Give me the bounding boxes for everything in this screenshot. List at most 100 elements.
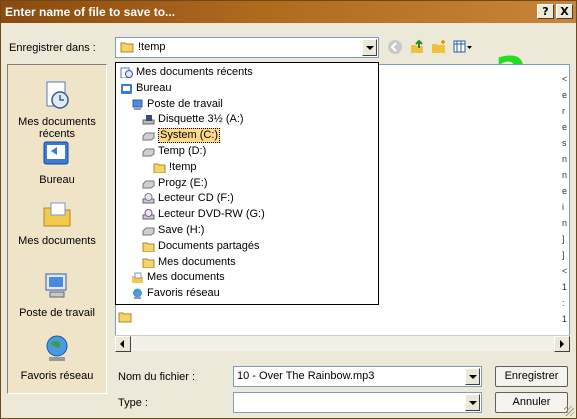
cd-drive-icon bbox=[142, 193, 155, 204]
dropdown-item-label: Poste de travail bbox=[147, 97, 223, 110]
place-desktop[interactable]: Bureau bbox=[8, 137, 106, 186]
title-bar[interactable]: Enter name of file to save to... ? X bbox=[1, 1, 576, 23]
window-title: Enter name of file to save to... bbox=[5, 5, 176, 19]
dropdown-item[interactable]: Mes documents bbox=[131, 271, 225, 284]
up-folder-icon[interactable] bbox=[409, 39, 425, 55]
filetype-dropdown-button[interactable] bbox=[465, 394, 480, 411]
scroll-left-button[interactable] bbox=[115, 336, 131, 352]
scroll-right-button[interactable] bbox=[554, 336, 570, 352]
dropdown-item-label: Mes documents récents bbox=[136, 66, 253, 78]
save-in-value: !temp bbox=[138, 41, 166, 53]
dropdown-item-label: Lecteur CD (F:) bbox=[158, 192, 234, 205]
hard-drive-icon bbox=[142, 227, 155, 236]
my-documents-icon bbox=[132, 272, 143, 284]
recent-documents-icon bbox=[46, 81, 69, 109]
help-button[interactable]: ? bbox=[537, 4, 554, 19]
partial-column-char: n bbox=[562, 218, 568, 228]
partial-column-char: r bbox=[562, 106, 565, 116]
filename-dropdown-button[interactable] bbox=[465, 368, 480, 385]
my-computer-icon bbox=[132, 99, 143, 110]
close-button[interactable]: X bbox=[556, 4, 573, 19]
filename-input[interactable]: 10 - Over The Rainbow.mp3 bbox=[233, 366, 482, 387]
filetype-select[interactable] bbox=[233, 392, 482, 413]
dropdown-item-label: Save (H:) bbox=[158, 224, 205, 236]
dropdown-item[interactable]: !temp bbox=[153, 161, 197, 174]
partial-column-char: n bbox=[562, 154, 568, 164]
partial-column-char: e bbox=[562, 90, 568, 100]
view-menu-icon[interactable] bbox=[453, 39, 473, 55]
floppy-drive-icon bbox=[142, 115, 155, 125]
places-bar: Mes documents récents Bureau Mes documen… bbox=[7, 64, 107, 394]
partial-column-char: i bbox=[562, 202, 564, 212]
dropdown-item[interactable]: Mes documents récents bbox=[120, 66, 253, 79]
dropdown-item[interactable]: Progz (E:) bbox=[142, 177, 208, 190]
filename-label: Nom du fichier : bbox=[118, 371, 196, 383]
dropdown-item[interactable]: Favoris réseau bbox=[131, 287, 220, 300]
horizontal-scrollbar[interactable] bbox=[115, 335, 570, 352]
save-dialog: Enter name of file to save to... ? X Enr… bbox=[0, 0, 577, 419]
save-in-combo[interactable]: !temp bbox=[115, 37, 379, 58]
partial-column-char: e bbox=[562, 122, 568, 132]
place-my-computer[interactable]: Poste de travail bbox=[8, 270, 106, 319]
dropdown-item-label: Documents partagés bbox=[158, 239, 260, 252]
partial-column-char: < bbox=[562, 266, 568, 276]
folder-open-icon bbox=[153, 163, 166, 173]
place-my-documents[interactable]: Mes documents bbox=[8, 198, 106, 247]
partial-column-char: ] bbox=[562, 250, 565, 260]
desktop-icon bbox=[121, 83, 132, 94]
save-button[interactable]: Enregistrer bbox=[495, 366, 568, 387]
dropdown-item-label: Mes documents bbox=[147, 271, 225, 284]
filetype-label: Type : bbox=[118, 397, 148, 409]
cancel-button[interactable]: Annuler bbox=[495, 392, 568, 413]
my-documents-icon bbox=[43, 202, 71, 227]
new-folder-icon[interactable] bbox=[431, 39, 447, 55]
dropdown-item-label: Mes documents bbox=[158, 255, 236, 268]
desktop-icon bbox=[43, 141, 69, 165]
dropdown-item-label: Progz (E:) bbox=[158, 176, 208, 189]
place-label: Mes documents bbox=[18, 235, 96, 247]
partial-column-char: < bbox=[562, 74, 568, 84]
partial-column-char: s bbox=[562, 138, 567, 148]
dropdown-item-label: Temp (D:) bbox=[158, 145, 207, 157]
folder-icon bbox=[142, 242, 155, 252]
partial-column-char: 1 bbox=[562, 314, 568, 324]
dropdown-item[interactable]: Documents partagés bbox=[142, 240, 260, 253]
folder-icon bbox=[118, 312, 132, 323]
folder-icon bbox=[142, 258, 155, 268]
network-places-icon bbox=[133, 288, 142, 300]
save-in-label: Enregistrer dans : bbox=[9, 42, 96, 54]
recent-documents-icon bbox=[120, 67, 133, 78]
hard-drive-icon bbox=[142, 132, 155, 141]
save-in-dropdown-list[interactable]: Mes documents récents Bureau Poste de trav… bbox=[115, 62, 379, 305]
partial-column-char: : bbox=[562, 298, 565, 308]
dropdown-item[interactable]: System (C:) bbox=[142, 128, 221, 144]
dropdown-item[interactable]: Poste de travail bbox=[131, 98, 223, 111]
dropdown-item-label: System (C:) bbox=[158, 128, 221, 144]
dropdown-item[interactable]: Temp (D:) bbox=[142, 145, 206, 158]
hard-drive-icon bbox=[142, 148, 155, 157]
place-label: Bureau bbox=[39, 174, 75, 186]
filename-value: 10 - Over The Rainbow.mp3 bbox=[237, 370, 375, 382]
dropdown-item-label: Bureau bbox=[136, 81, 172, 94]
dvd-drive-icon bbox=[142, 209, 155, 220]
folder-icon bbox=[120, 42, 134, 53]
resize-grip[interactable] bbox=[564, 406, 574, 416]
dropdown-item[interactable]: Bureau bbox=[120, 82, 171, 95]
dropdown-item[interactable]: Lecteur CD (F:) bbox=[142, 192, 234, 205]
hard-drive-icon bbox=[142, 180, 155, 189]
dropdown-item[interactable]: Lecteur DVD-RW (G:) bbox=[142, 208, 265, 221]
dropdown-item[interactable]: Save (H:) bbox=[142, 224, 204, 237]
place-network[interactable]: Favoris réseau bbox=[8, 333, 106, 382]
network-places-icon bbox=[46, 335, 68, 361]
partial-column-char: ] bbox=[562, 234, 565, 244]
save-in-dropdown-button[interactable] bbox=[362, 39, 377, 56]
partial-column-char: e bbox=[562, 186, 568, 196]
dropdown-item-label: Disquette 3½ (A:) bbox=[158, 113, 244, 126]
back-icon[interactable] bbox=[387, 39, 403, 55]
my-computer-icon bbox=[45, 273, 67, 298]
dropdown-item[interactable]: Disquette 3½ (A:) bbox=[142, 113, 244, 126]
dropdown-item[interactable]: Mes documents bbox=[142, 256, 236, 269]
dropdown-item-label: Favoris réseau bbox=[147, 287, 220, 300]
place-label: Favoris réseau bbox=[20, 370, 94, 382]
place-recent-documents[interactable]: Mes documents récents bbox=[8, 79, 106, 140]
